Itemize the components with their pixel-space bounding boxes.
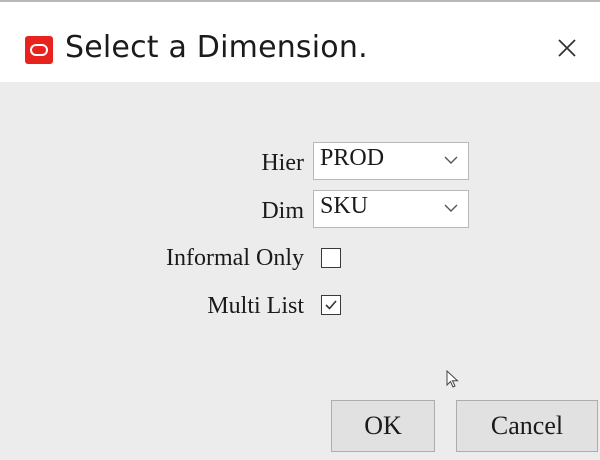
hier-label: Hier xyxy=(261,150,304,176)
title-bar[interactable]: Select a Dimension. xyxy=(0,16,600,82)
dialog-window: Select a Dimension. Hier PROD Dim SKU In… xyxy=(0,0,600,460)
multi-list-checkbox[interactable] xyxy=(321,295,341,315)
dialog-content: Hier PROD Dim SKU Informal Only Multi Li… xyxy=(0,82,600,460)
multi-list-label: Multi List xyxy=(207,293,304,319)
dim-label: Dim xyxy=(261,198,304,224)
window-top-edge xyxy=(0,0,600,16)
chevron-down-icon xyxy=(444,204,458,212)
dim-select-value: SKU xyxy=(320,193,369,219)
ok-button[interactable]: OK xyxy=(331,400,435,452)
dialog-title: Select a Dimension. xyxy=(65,30,368,65)
informal-only-checkbox[interactable] xyxy=(321,248,341,268)
close-button[interactable] xyxy=(545,28,589,68)
dim-select[interactable]: SKU xyxy=(313,190,469,228)
mouse-pointer-icon xyxy=(446,370,459,388)
hier-select-value: PROD xyxy=(320,145,385,171)
oracle-logo-icon xyxy=(25,36,53,64)
informal-only-label: Informal Only xyxy=(166,245,304,271)
chevron-down-icon xyxy=(444,156,458,164)
checkmark-icon xyxy=(325,300,337,310)
cancel-button[interactable]: Cancel xyxy=(456,400,598,452)
close-icon xyxy=(558,39,576,57)
hier-select[interactable]: PROD xyxy=(313,142,469,180)
